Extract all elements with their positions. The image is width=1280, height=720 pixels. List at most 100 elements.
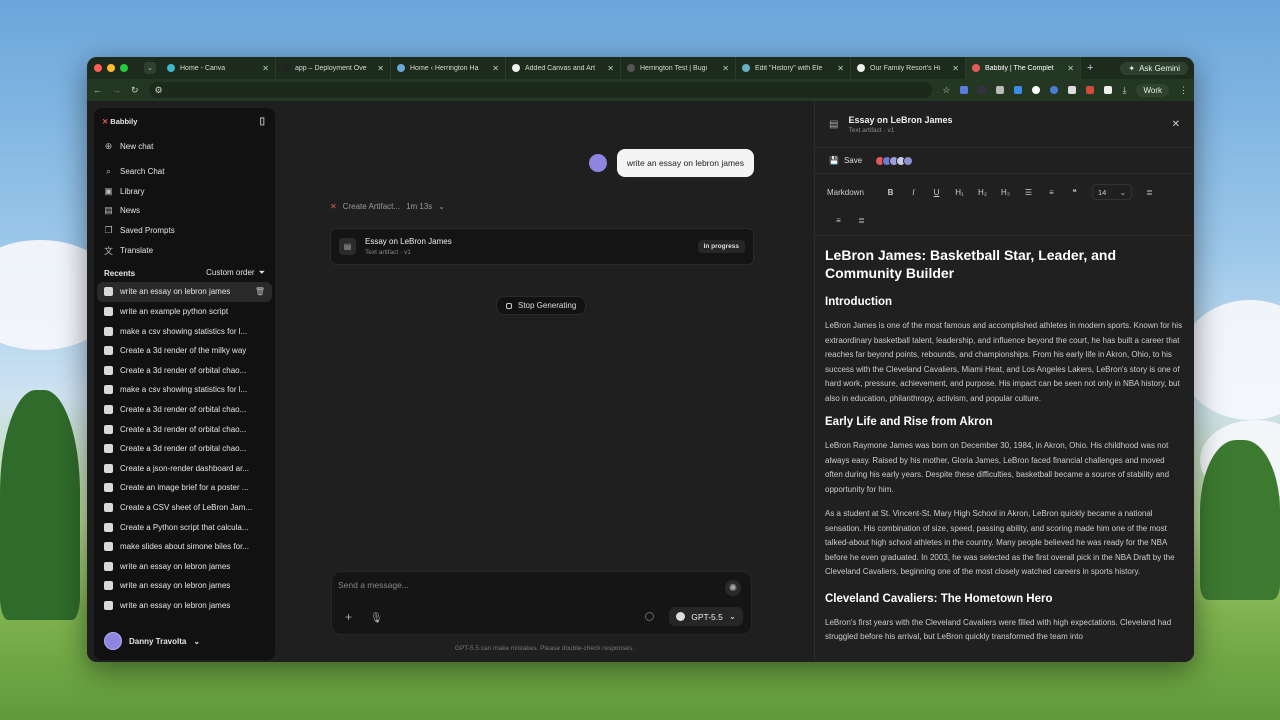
- recent-chat-item[interactable]: write an example python script: [97, 302, 272, 322]
- sidebar-item-translate[interactable]: 文 Translate: [94, 240, 275, 260]
- browser-tab[interactable]: Added Canvas and Art ✕: [506, 57, 621, 79]
- recent-chat-item[interactable]: Create a 3d render of orbital chao...: [97, 439, 272, 459]
- close-tab-icon[interactable]: ✕: [722, 64, 729, 73]
- close-tab-icon[interactable]: ✕: [837, 64, 844, 73]
- recent-chat-item[interactable]: write an essay on lebron james: [97, 556, 272, 576]
- tab-title: app – Deployment Ove: [295, 64, 367, 72]
- sidebar-item-saved-prompts[interactable]: ❐ Saved Prompts: [94, 221, 275, 241]
- tab-title: Babbily | The Complet: [985, 64, 1054, 72]
- format-selector[interactable]: Markdown: [827, 188, 879, 197]
- extension-icon[interactable]: [1050, 86, 1059, 94]
- close-tab-icon[interactable]: ✕: [1067, 64, 1074, 73]
- recent-chat-item[interactable]: Create a CSV sheet of LeBron Jam...: [97, 498, 272, 518]
- download-icon[interactable]: ⤓: [1122, 85, 1126, 96]
- recent-chat-item[interactable]: Create a 3d render of orbital chao...: [97, 400, 272, 420]
- extension-icon[interactable]: [960, 86, 969, 94]
- close-window-button[interactable]: [94, 64, 102, 72]
- recent-chat-item[interactable]: make slides about simone biles for...: [97, 537, 272, 557]
- quote-icon[interactable]: ❝: [1063, 188, 1086, 197]
- recent-chat-item[interactable]: write an essay on lebron james 🗑: [97, 282, 272, 302]
- recent-chat-item[interactable]: Create a json-render dashboard ar...: [97, 458, 272, 478]
- menu-icon[interactable]: ⋮: [1179, 85, 1188, 96]
- microphone-icon[interactable]: 🎙: [370, 613, 383, 624]
- recent-chat-item[interactable]: Create a 3d render of the milky way: [97, 341, 272, 361]
- recent-chat-item[interactable]: make a csv showing statistics for l...: [97, 321, 272, 341]
- forward-icon[interactable]: →: [112, 85, 121, 95]
- extension-icon[interactable]: [1086, 86, 1095, 94]
- align-center-icon[interactable]: ≡: [827, 216, 850, 225]
- profile-button[interactable]: Work: [1136, 83, 1169, 97]
- format-tool-button[interactable]: B: [879, 188, 902, 197]
- site-settings-icon[interactable]: ⚙: [155, 85, 163, 96]
- align-left-icon[interactable]: ≣: [1138, 188, 1161, 197]
- sidebar-item-library[interactable]: ▣ Library: [94, 181, 275, 201]
- extension-icon[interactable]: [996, 86, 1005, 94]
- close-tab-icon[interactable]: ✕: [607, 64, 614, 73]
- chat-icon: [104, 581, 113, 591]
- sidebar-item-news[interactable]: ▤ News: [94, 201, 275, 221]
- enhance-prompt-icon[interactable]: ✺: [725, 580, 741, 596]
- collapse-sidebar-icon[interactable]: ▯: [259, 116, 265, 127]
- format-tool-button[interactable]: H₂: [971, 188, 994, 197]
- close-tab-icon[interactable]: ✕: [492, 64, 499, 73]
- favicon-icon: [972, 64, 980, 72]
- recent-chat-item[interactable]: Create an image brief for a poster ...: [97, 478, 272, 498]
- close-icon[interactable]: ✕: [1172, 119, 1180, 130]
- collaborator-avatars[interactable]: [875, 155, 914, 166]
- document-body[interactable]: LeBron James: Basketball Star, Leader, a…: [815, 236, 1194, 645]
- back-icon[interactable]: ←: [93, 85, 102, 95]
- tab-search-icon[interactable]: ⌄: [144, 62, 156, 74]
- browser-tab[interactable]: Our Family Resort's Hi ✕: [851, 57, 966, 79]
- save-label: Save: [843, 156, 863, 165]
- tool-status[interactable]: ✕ Create Artifact... 1m 13s ⌄: [330, 202, 445, 211]
- attach-button[interactable]: +: [345, 610, 352, 624]
- extensions-puzzle-icon[interactable]: [1104, 86, 1113, 94]
- stop-generating-button[interactable]: Stop Generating: [496, 296, 587, 315]
- extension-icon[interactable]: [1032, 86, 1041, 94]
- browser-tab[interactable]: Edit "History" with Ele ✕: [736, 57, 851, 79]
- address-bar[interactable]: ⚙: [148, 82, 933, 98]
- sidebar-item-search-chat[interactable]: ⌕ Search Chat: [94, 162, 275, 182]
- stop-icon: [506, 302, 512, 309]
- recent-chat-item[interactable]: write an essay on lebron james: [97, 596, 272, 616]
- save-button[interactable]: 💾 Save: [829, 156, 862, 165]
- recent-chat-item[interactable]: Create a Python script that calcula...: [97, 517, 272, 537]
- format-tool-button[interactable]: U: [925, 188, 948, 197]
- new-tab-button[interactable]: +: [1081, 62, 1099, 74]
- close-tab-icon[interactable]: ✕: [377, 64, 384, 73]
- extension-icon[interactable]: [1068, 86, 1077, 94]
- extension-icon[interactable]: [978, 86, 987, 94]
- numbered-list-icon[interactable]: ≡: [1040, 188, 1063, 197]
- message-input[interactable]: Send a message...: [338, 580, 409, 590]
- ask-gemini-button[interactable]: ✦ Ask Gemini: [1120, 61, 1188, 75]
- bullet-list-icon[interactable]: ☰: [1017, 188, 1040, 197]
- align-right-icon[interactable]: ≣: [850, 216, 873, 225]
- close-tab-icon[interactable]: ✕: [952, 64, 959, 73]
- bookmark-star-icon[interactable]: ☆: [942, 85, 950, 96]
- custom-order-button[interactable]: Custom order ⏷: [206, 268, 265, 278]
- font-size-select[interactable]: 14 ⌄: [1092, 184, 1132, 200]
- format-tool-button[interactable]: I: [902, 188, 925, 197]
- format-tool-button[interactable]: H₁: [948, 188, 971, 197]
- model-selector[interactable]: GPT-5.5 ⌄: [669, 607, 743, 626]
- format-tool-button[interactable]: H₃: [994, 188, 1017, 197]
- recent-chat-item[interactable]: Create a 3d render of orbital chao...: [97, 419, 272, 439]
- artifact-card[interactable]: ▤ Essay on LeBron James Text artifact · …: [330, 228, 754, 265]
- extension-icon[interactable]: [1014, 86, 1023, 94]
- recent-chat-item[interactable]: make a csv showing statistics for l...: [97, 380, 272, 400]
- reload-icon[interactable]: ↻: [131, 85, 139, 96]
- trash-icon[interactable]: 🗑: [255, 287, 265, 296]
- minimize-window-button[interactable]: [107, 64, 115, 72]
- browser-tab[interactable]: Babbily | The Complet ✕: [966, 57, 1081, 79]
- browser-tab[interactable]: Herrington Test | Bugi ✕: [621, 57, 736, 79]
- maximize-window-button[interactable]: [120, 64, 128, 72]
- close-tab-icon[interactable]: ✕: [262, 64, 269, 73]
- user-menu[interactable]: Danny Travolta ⌄: [104, 632, 200, 650]
- recent-chat-item[interactable]: write an essay on lebron james: [97, 576, 272, 596]
- browser-tab[interactable]: Home ‹ Herrington Ha ✕: [391, 57, 506, 79]
- recent-chat-item[interactable]: Create a 3d render of orbital chao...: [97, 361, 272, 381]
- chat-icon: [104, 365, 113, 375]
- browser-tab[interactable]: app – Deployment Ove ✕: [276, 57, 391, 79]
- browser-tab[interactable]: Home - Canva ✕: [161, 57, 276, 79]
- new-chat-button[interactable]: ⊕ New chat: [94, 137, 275, 157]
